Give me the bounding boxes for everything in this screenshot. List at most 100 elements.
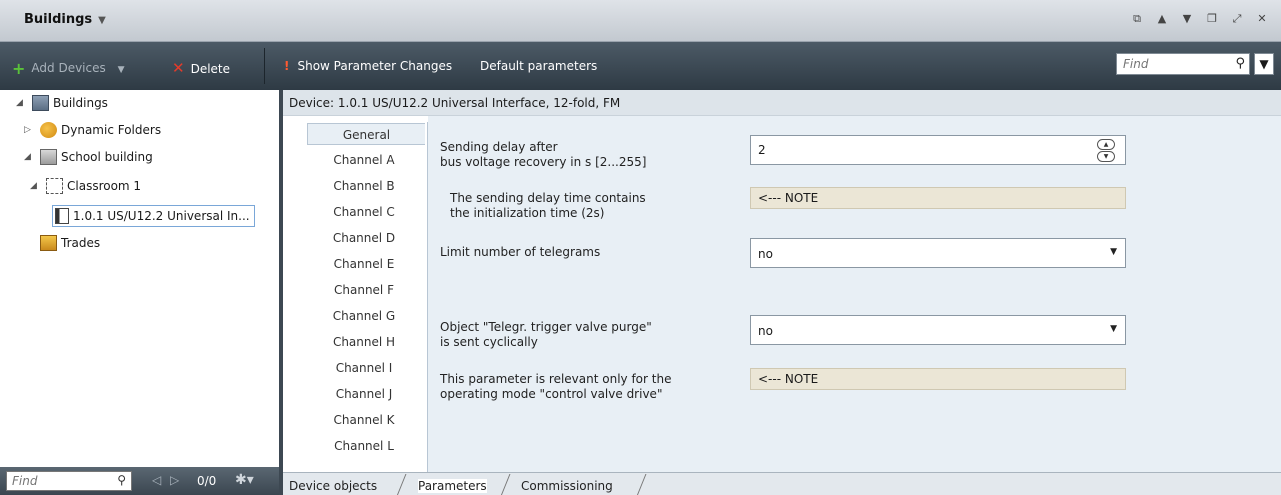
tab-divider [636,474,647,495]
exclamation-icon: ! [284,59,290,73]
sending-delay-label: Sending delay after bus voltage recovery… [440,140,646,170]
trades-icon [40,235,57,251]
channel-tab-f[interactable]: Channel F [309,279,419,301]
label-line: This parameter is relevant only for the [440,372,672,386]
note-text: <--- NOTE [758,372,819,386]
valve-purge-select[interactable]: no ▼ [750,315,1126,345]
channel-tab-l[interactable]: Channel L [309,435,419,457]
label-line: bus voltage recovery in s [2...255] [440,155,647,169]
limit-telegrams-select[interactable]: no ▼ [750,238,1126,268]
spinner: ▲ ▼ [1097,139,1117,163]
valve-purge-label: Object "Telegr. trigger valve purge" is … [440,320,652,350]
sending-delay-note-label: The sending delay time contains the init… [450,191,646,221]
close-icon[interactable]: ✕ [1255,12,1269,26]
spin-up-icon[interactable]: ▲ [1097,139,1115,150]
bottom-tab-bar: Device objects Parameters Commissioning [283,472,1281,495]
sending-delay-value: 2 [758,143,766,157]
tab-device-objects[interactable]: Device objects [289,479,377,493]
window-title[interactable]: Buildings ▼ [24,12,106,27]
channel-tab-j[interactable]: Channel J [309,383,419,405]
spin-down-icon[interactable]: ▼ [1097,151,1115,162]
valve-purge-value: no [758,324,773,338]
title-dropdown-icon[interactable]: ▼ [98,15,106,26]
dropdown-arrow-icon: ▼ [1110,247,1117,257]
maximize-icon[interactable]: ⤢ [1230,12,1244,26]
move-down-icon[interactable]: ▼ [1180,12,1194,26]
tree-item-classroom-1[interactable]: ◢ Classroom 1 [30,175,141,197]
tree-item-dynamic-folders[interactable]: ▷ Dynamic Folders [24,119,161,141]
tree-item-trades[interactable]: Trades [40,232,100,254]
collapse-icon[interactable]: ◢ [30,181,46,191]
filter-button[interactable]: ▼ [1254,53,1274,75]
gear-icon[interactable]: ✱▾ [235,472,254,488]
delete-x-icon: ✕ [172,59,185,77]
tab-parameters[interactable]: Parameters [418,479,487,493]
tab-divider [396,474,407,495]
channel-tab-c[interactable]: Channel C [309,201,419,223]
tree-search: ⚲ [6,471,132,491]
sending-delay-input[interactable]: 2 ▲ ▼ [750,135,1126,165]
restore-panel-icon[interactable]: ⧉ [1130,12,1144,26]
control-valve-note-label: This parameter is relevant only for the … [440,372,671,402]
channel-tab-b[interactable]: Channel B [309,175,419,197]
parameter-form: Sending delay after bus voltage recovery… [428,116,1281,472]
add-devices-button[interactable]: + Add Devices ▼ [12,59,125,78]
tree-item-school-building[interactable]: ◢ School building [24,146,153,168]
device-icon [55,208,69,224]
plus-icon: + [12,59,26,78]
collapse-icon[interactable]: ◢ [24,152,40,162]
toolbar-search: ⚲ [1116,53,1250,75]
delete-button[interactable]: ✕ Delete [172,59,230,77]
window-controls: ⧉ ▲ ▼ ❐ ⤢ ✕ [1130,12,1269,26]
note-field: <--- NOTE [750,187,1126,209]
label-line: Sending delay after [440,140,558,154]
device-header: Device: 1.0.1 US/U12.2 Universal Interfa… [283,90,1281,116]
channel-tab-i[interactable]: Channel I [309,357,419,379]
note-text: <--- NOTE [758,191,819,205]
channel-tab-d[interactable]: Channel D [309,227,419,249]
note-field: <--- NOTE [750,368,1126,390]
tab-commissioning[interactable]: Commissioning [521,479,613,493]
add-devices-dropdown-icon[interactable]: ▼ [118,65,125,75]
next-result-icon[interactable]: ▷ [170,473,179,487]
channel-tab-e[interactable]: Channel E [309,253,419,275]
expand-icon[interactable]: ▷ [24,125,40,135]
move-up-icon[interactable]: ▲ [1155,12,1169,26]
tree-item-label: School building [61,150,153,164]
previous-result-icon[interactable]: ◁ [152,473,161,487]
tree-item-device[interactable]: 1.0.1 US/U12.2 Universal In... [52,205,255,227]
tree-item-label: Trades [61,236,101,250]
tree-item-buildings[interactable]: ◢ Buildings [16,92,108,114]
school-building-icon [40,149,57,165]
dynamic-folder-icon [40,122,57,138]
limit-telegrams-value: no [758,247,773,261]
search-icon[interactable]: ⚲ [117,473,126,487]
float-window-icon[interactable]: ❐ [1205,12,1219,26]
collapse-icon[interactable]: ◢ [16,98,32,108]
filter-icon: ▼ [1259,57,1269,71]
channel-tab-general[interactable]: General [307,123,425,145]
tree-footer: ⚲ ◁ ▷ 0/0 ✱▾ [0,467,279,495]
default-parameters-button[interactable]: Default parameters [480,59,597,73]
tree-item-label: Buildings [53,96,108,110]
tab-divider [500,474,511,495]
channel-tab-a[interactable]: Channel A [309,149,419,171]
title-bar: Buildings ▼ ⧉ ▲ ▼ ❐ ⤢ ✕ [0,0,1281,42]
tree-item-label: Classroom 1 [67,179,142,193]
channel-tab-k[interactable]: Channel K [309,409,419,431]
toolbar-separator [264,48,265,84]
window-title-text: Buildings [24,12,93,27]
tree-search-input[interactable] [7,472,97,490]
search-icon[interactable]: ⚲ [1235,56,1245,71]
room-icon [46,178,63,194]
limit-telegrams-label: Limit number of telegrams [440,245,601,259]
label-line: the initialization time (2s) [450,206,605,220]
show-parameter-changes-button[interactable]: ! Show Parameter Changes [284,59,452,73]
toolbar-search-input[interactable] [1117,54,1212,74]
channel-tab-h[interactable]: Channel H [309,331,419,353]
show-parameter-changes-label: Show Parameter Changes [297,59,453,73]
tree-item-label: Dynamic Folders [61,123,162,137]
channel-tab-g[interactable]: Channel G [309,305,419,327]
building-icon [32,95,49,111]
device-title: Device: 1.0.1 US/U12.2 Universal Interfa… [289,96,621,110]
